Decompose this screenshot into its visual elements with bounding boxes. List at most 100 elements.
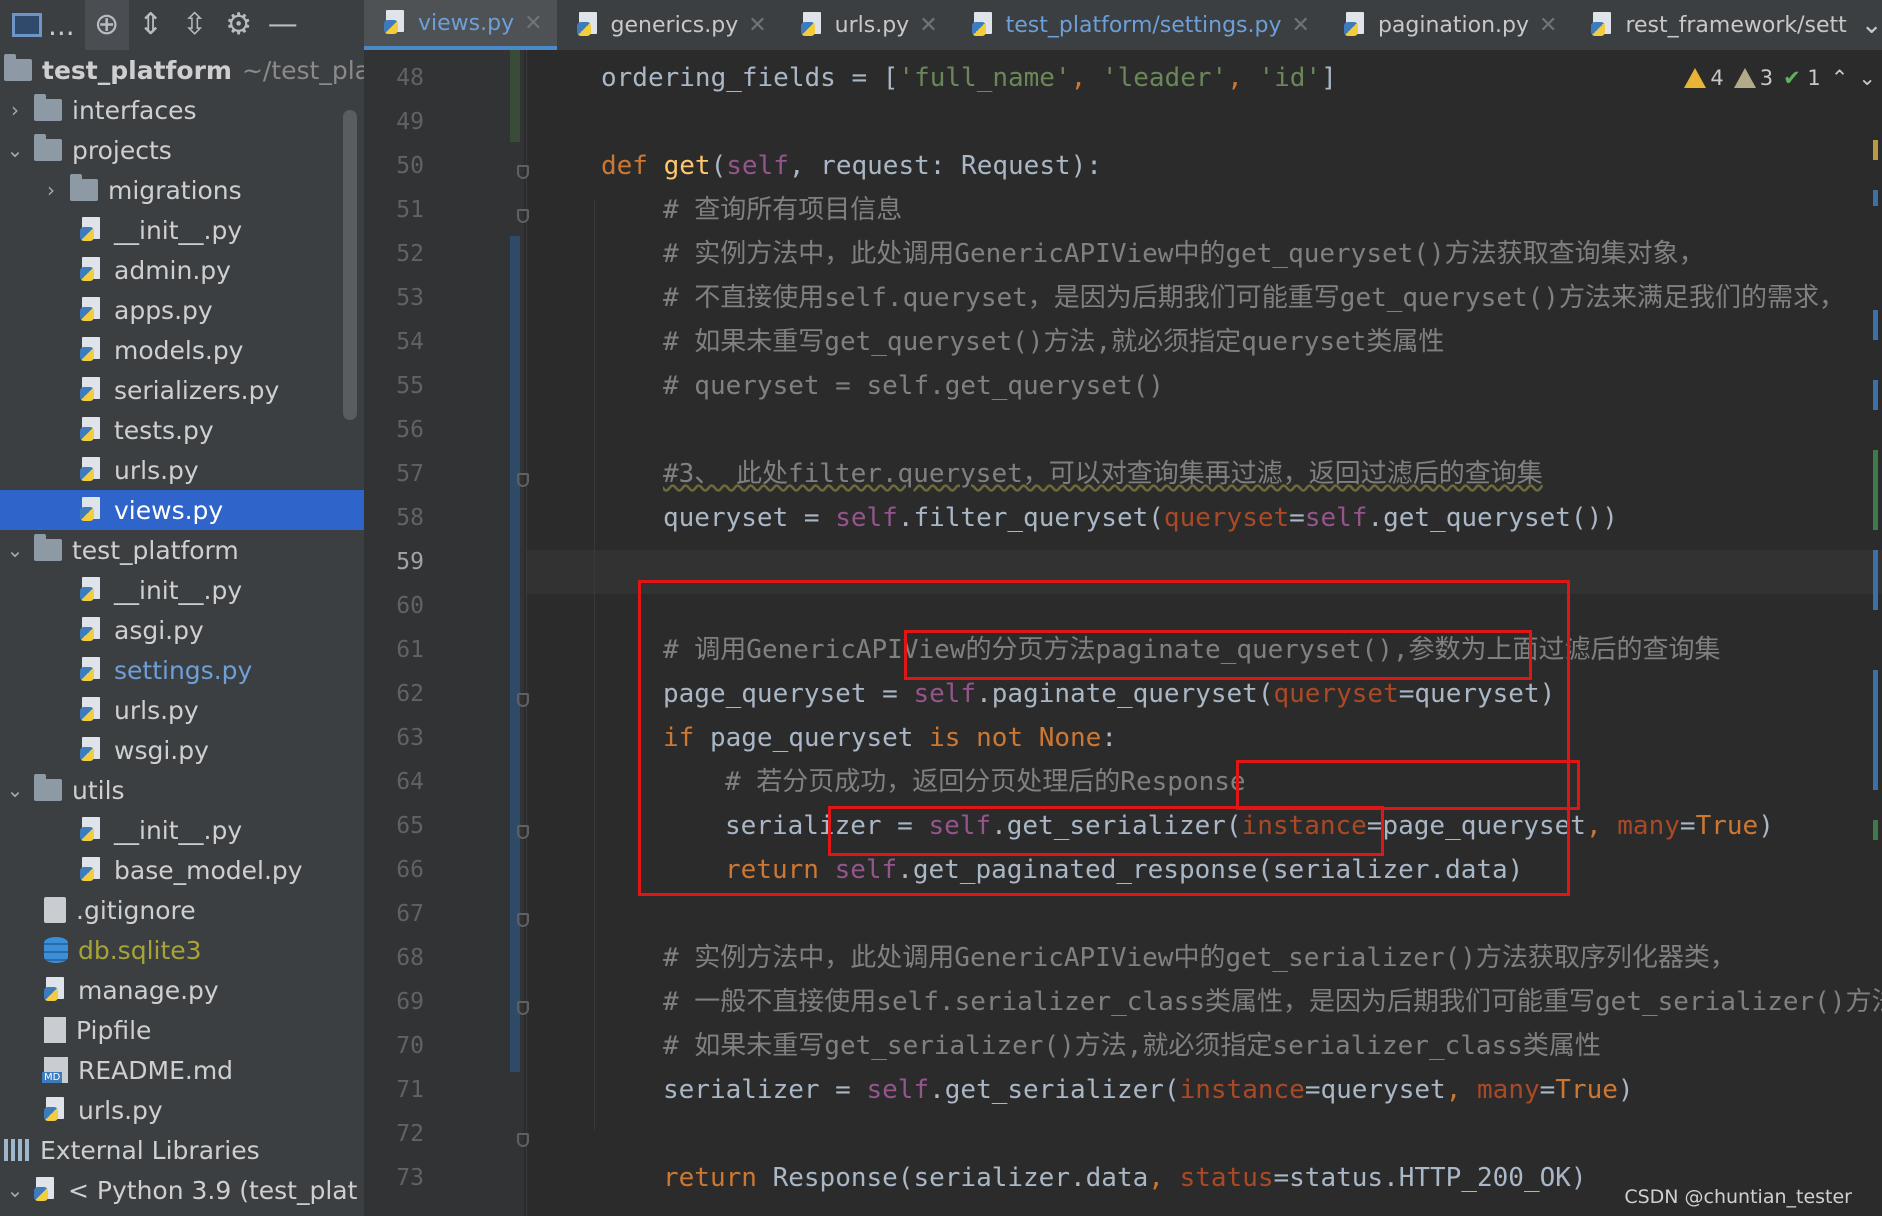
- ok-count[interactable]: ✔ 1: [1783, 66, 1821, 90]
- close-icon[interactable]: ✕: [748, 13, 766, 38]
- tree-item-python-sdk[interactable]: ⌄ < Python 3.9 (test_plat: [0, 1170, 364, 1210]
- fold-icon[interactable]: [517, 913, 529, 927]
- tree-item-file[interactable]: urls.py: [0, 1090, 364, 1130]
- close-icon[interactable]: ✕: [1292, 13, 1310, 38]
- code-editor[interactable]: 48 49 50 51 52 53 54 55 56 57 58 59 60 61 62 63 64 65 66 67…: [364, 50, 1882, 1216]
- tree-item-gitignore[interactable]: .gitignore: [0, 890, 364, 930]
- stripe-mark[interactable]: [1873, 190, 1878, 206]
- chevron-down-icon[interactable]: ⌄: [1861, 0, 1882, 50]
- expand-all-icon[interactable]: ⇕: [129, 0, 173, 50]
- pipfile-icon: [44, 1017, 66, 1043]
- tree-item-file[interactable]: manage.py: [0, 970, 364, 1010]
- chevron-down-icon[interactable]: ⌄: [4, 138, 26, 162]
- fold-icon[interactable]: [517, 1133, 529, 1147]
- code-line-50: def get(self, request: Request):: [601, 151, 1102, 181]
- line-number: 67: [396, 901, 424, 927]
- tab-pagination-py[interactable]: pagination.py ✕: [1324, 0, 1572, 50]
- tree-item-db-sqlite3[interactable]: db.sqlite3: [0, 930, 364, 970]
- chevron-right-icon[interactable]: ›: [4, 98, 26, 122]
- python-file-icon: [1343, 12, 1368, 38]
- close-icon[interactable]: ✕: [524, 11, 542, 36]
- tree-item-file[interactable]: urls.py: [0, 450, 364, 490]
- code-line-54: # 如果未重写get_queryset()方法,就必须指定queryset类属性: [663, 327, 1445, 357]
- chevron-up-icon[interactable]: ⌃: [1831, 66, 1849, 90]
- crosshair-icon[interactable]: ⊕: [84, 0, 129, 50]
- tree-item-utils[interactable]: ⌄ utils: [0, 770, 364, 810]
- python-file-icon: [80, 857, 104, 883]
- close-icon[interactable]: ✕: [919, 13, 937, 38]
- database-icon: [44, 937, 68, 963]
- tree-scrollbar[interactable]: [343, 110, 357, 420]
- tree-item-file[interactable]: admin.py: [0, 250, 364, 290]
- chevron-down-icon[interactable]: ⌄: [1858, 66, 1876, 90]
- tree-item-file[interactable]: serializers.py: [0, 370, 364, 410]
- tree-item-file[interactable]: wsgi.py: [0, 730, 364, 770]
- chevron-down-icon[interactable]: ⌄: [4, 538, 26, 562]
- tab-views-py[interactable]: views.py ✕: [364, 0, 557, 50]
- stripe-mark[interactable]: [1873, 380, 1878, 410]
- tree-item-projects[interactable]: ⌄ projects: [0, 130, 364, 170]
- code-line-53: # 不直接使用self.queryset，是因为后期我们可能重写get_quer…: [663, 283, 1845, 313]
- warning-count[interactable]: 4: [1684, 66, 1724, 90]
- weak-warning-count[interactable]: 3: [1733, 66, 1773, 90]
- tree-item-pipfile[interactable]: Pipfile: [0, 1010, 364, 1050]
- code-line-58: queryset = self.filter_queryset(queryset…: [663, 503, 1618, 533]
- folder-icon: [34, 534, 62, 561]
- stripe-mark[interactable]: [1873, 820, 1878, 840]
- python-file-icon: [80, 817, 104, 843]
- stripe-mark[interactable]: [1873, 550, 1878, 610]
- stripe-mark[interactable]: [1873, 310, 1878, 340]
- tab-urls-py[interactable]: urls.py ✕: [781, 0, 952, 50]
- python-file-icon: [1591, 12, 1615, 38]
- close-icon[interactable]: ✕: [1539, 13, 1557, 38]
- tree-item-file[interactable]: asgi.py: [0, 610, 364, 650]
- tree-item-file[interactable]: apps.py: [0, 290, 364, 330]
- python-file-icon: [80, 657, 104, 683]
- tree-root[interactable]: test_platform~/test_plat: [0, 50, 364, 90]
- tree-item-file[interactable]: base_model.py: [0, 850, 364, 890]
- folder-icon: [34, 94, 62, 121]
- tree-item-settings-py[interactable]: settings.py: [0, 650, 364, 690]
- project-view-dropdown[interactable]: ...: [48, 9, 75, 42]
- check-icon: ✔: [1783, 66, 1801, 90]
- line-number: 60: [396, 593, 424, 619]
- tree-item-external-libraries[interactable]: External Libraries: [0, 1130, 364, 1170]
- code-line-52: # 实例方法中，此处调用GenericAPIView中的get_queryset…: [663, 239, 1705, 269]
- tab-rest-framework-settings[interactable]: rest_framework/sett: [1571, 0, 1860, 50]
- code-line-70: serializer = self.get_serializer(instanc…: [663, 1075, 1634, 1105]
- stripe-mark[interactable]: [1873, 450, 1878, 530]
- tree-item-file[interactable]: __init__.py: [0, 570, 364, 610]
- tree-item-test-platform[interactable]: ⌄ test_platform: [0, 530, 364, 570]
- tree-item-readme[interactable]: README.md: [0, 1050, 364, 1090]
- inspection-widget[interactable]: 4 3 ✔ 1 ⌃ ⌄: [1684, 58, 1876, 98]
- python-file-icon: [80, 737, 104, 763]
- gear-icon[interactable]: ⚙: [217, 0, 261, 50]
- stripe-mark[interactable]: [1873, 670, 1878, 790]
- folder-icon: [34, 774, 62, 801]
- python-file-icon: [44, 977, 68, 1003]
- python-file-icon: [80, 337, 104, 363]
- stripe-mark[interactable]: [1873, 140, 1878, 160]
- collapse-all-icon[interactable]: ⇳: [173, 0, 217, 50]
- gitignore-file-icon: [44, 897, 66, 923]
- line-number: 56: [396, 417, 424, 443]
- tree-item-interfaces[interactable]: › interfaces: [0, 90, 364, 130]
- tab-settings-py[interactable]: test_platform/settings.py ✕: [952, 0, 1324, 50]
- line-number: 49: [396, 109, 424, 135]
- tree-item-file[interactable]: __init__.py: [0, 810, 364, 850]
- tree-item-migrations[interactable]: › migrations: [0, 170, 364, 210]
- tree-item-file[interactable]: __init__.py: [0, 210, 364, 250]
- chevron-down-icon[interactable]: ⌄: [4, 778, 26, 802]
- chevron-right-icon[interactable]: ›: [40, 178, 62, 202]
- tree-item-file[interactable]: models.py: [0, 330, 364, 370]
- tree-item-file[interactable]: tests.py: [0, 410, 364, 450]
- python-file-icon: [80, 217, 104, 243]
- highlight-box-instance-arg: [1236, 760, 1580, 810]
- minimize-icon[interactable]: —: [261, 0, 305, 50]
- code-line-57: #3、 此处filter.queryset，可以对查询集再过滤，返回过滤后的查询…: [663, 459, 1543, 489]
- tree-item-views-py-selected[interactable]: views.py: [0, 490, 364, 530]
- chevron-down-icon[interactable]: ⌄: [4, 1178, 26, 1202]
- project-icon[interactable]: [12, 13, 42, 37]
- tab-generics-py[interactable]: generics.py ✕: [557, 0, 781, 50]
- tree-item-file[interactable]: urls.py: [0, 690, 364, 730]
